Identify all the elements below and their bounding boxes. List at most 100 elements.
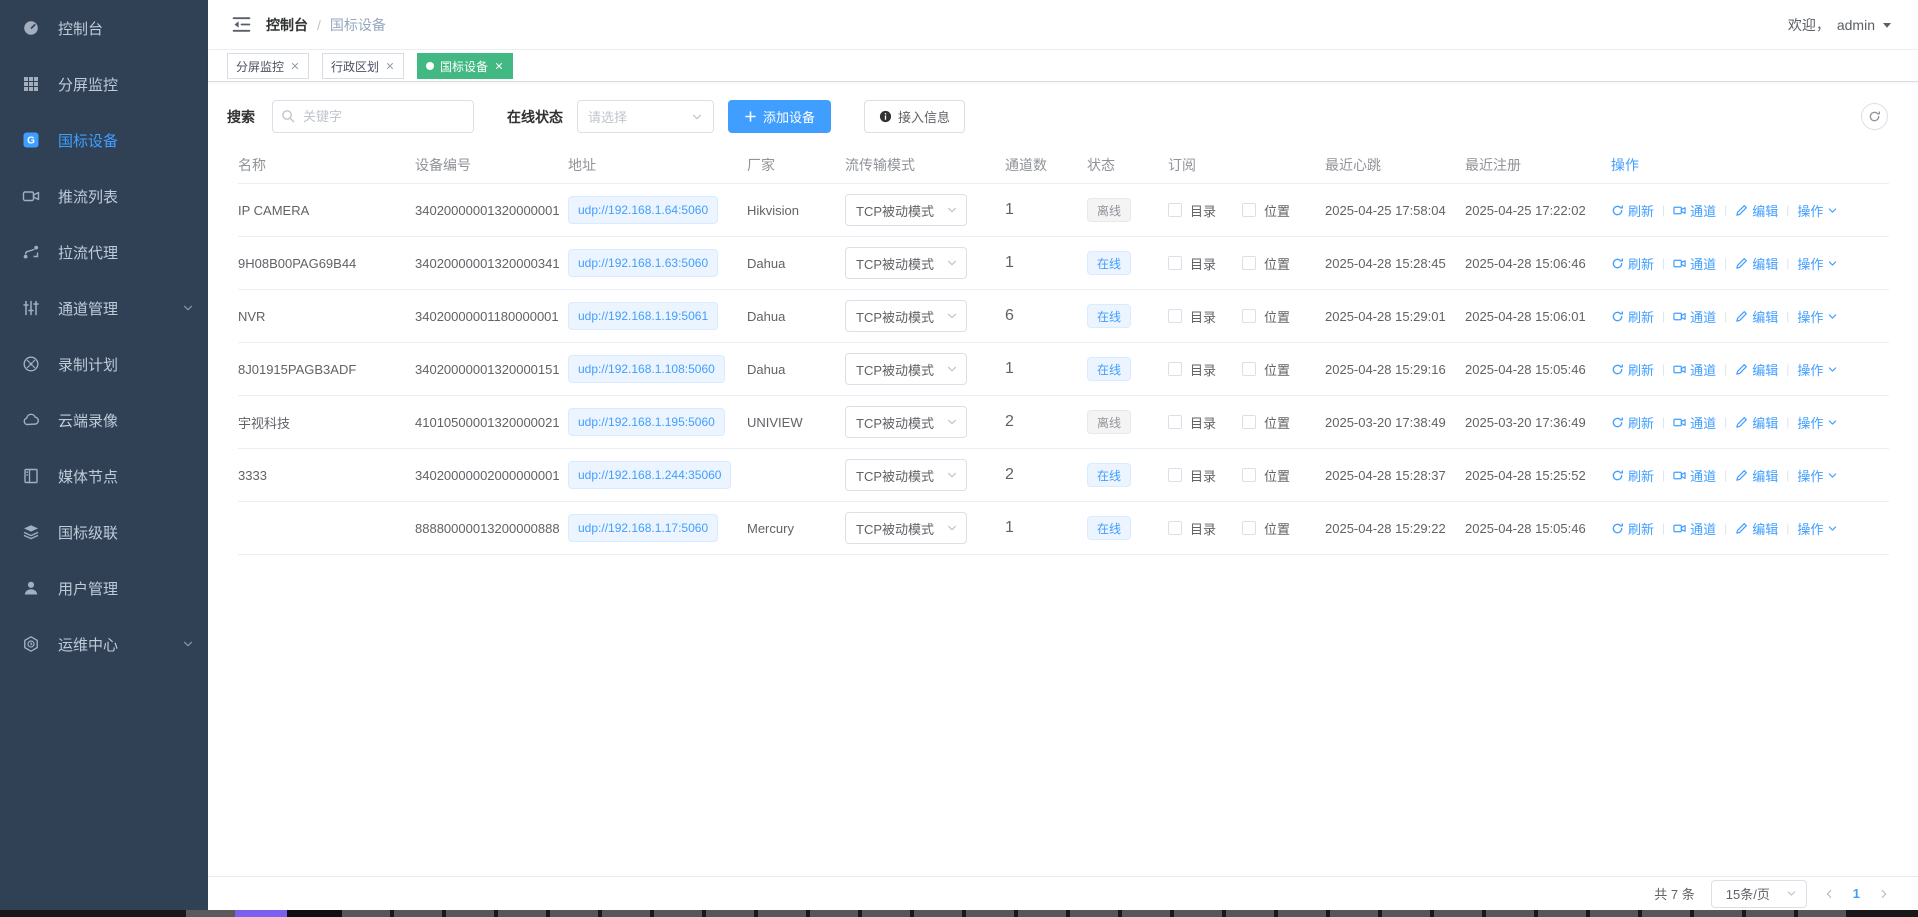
toolbar: 搜索 在线状态 请选择 添加设备 接入信息 [208,100,1918,133]
subscribe-position-checkbox[interactable]: 位置 [1242,201,1290,220]
device-vendor: Hikvision [747,203,799,218]
edit-action[interactable]: 编辑 [1735,254,1778,273]
sidebar-item-cloud-record[interactable]: 云端录像 [0,392,208,448]
sidebar-item-push-list[interactable]: 推流列表 [0,168,208,224]
access-info-button[interactable]: 接入信息 [864,100,965,133]
device-id: 34020000001320000151 [415,362,560,377]
column-header-name: 名称 [238,155,415,175]
edit-action[interactable]: 编辑 [1735,519,1778,538]
refresh-action[interactable]: 刷新 [1611,466,1654,485]
subscribe-position-checkbox[interactable]: 位置 [1242,360,1290,379]
subscribe-cell: 目录 位置 [1168,360,1325,379]
subscribe-catalog-checkbox[interactable]: 目录 [1168,254,1216,273]
last-register: 2025-03-20 17:36:49 [1465,415,1586,430]
refresh-action[interactable]: 刷新 [1611,307,1654,326]
subscribe-position-checkbox[interactable]: 位置 [1242,254,1290,273]
close-icon[interactable] [385,61,395,71]
subscribe-catalog-checkbox[interactable]: 目录 [1168,360,1216,379]
stream-mode-select[interactable]: TCP被动模式 [845,353,967,385]
sidebar-item-user-mgmt[interactable]: 用户管理 [0,560,208,616]
sidebar-item-console[interactable]: 控制台 [0,0,208,56]
more-action[interactable]: 操作 [1797,360,1838,379]
subscribe-catalog-checkbox[interactable]: 目录 [1168,413,1216,432]
subscribe-catalog-checkbox[interactable]: 目录 [1168,307,1216,326]
refresh-action[interactable]: 刷新 [1611,519,1654,538]
table-row: 宇视科技 41010500001320000021 udp://192.168.… [238,396,1889,449]
edit-action[interactable]: 编辑 [1735,307,1778,326]
next-page-icon[interactable] [1878,888,1890,900]
current-page[interactable]: 1 [1853,886,1860,901]
refresh-button[interactable] [1861,103,1888,130]
more-action[interactable]: 操作 [1797,307,1838,326]
subscribe-catalog-checkbox[interactable]: 目录 [1168,201,1216,220]
sidebar-item-pull-proxy[interactable]: 拉流代理 [0,224,208,280]
tab-split-screen[interactable]: 分屏监控 [227,53,309,79]
action-separator [1662,521,1665,535]
edit-action[interactable]: 编辑 [1735,360,1778,379]
stream-mode-select[interactable]: TCP被动模式 [845,459,967,491]
sidebar-item-record-plan[interactable]: 录制计划 [0,336,208,392]
taskbar-segment [1434,910,1482,917]
refresh-action[interactable]: 刷新 [1611,254,1654,273]
channel-action[interactable]: 通道 [1673,307,1716,326]
sidebar-item-gb-devices[interactable]: 国标设备 [0,112,208,168]
device-name: IP CAMERA [238,203,309,218]
subscribe-position-checkbox[interactable]: 位置 [1242,413,1290,432]
edit-action[interactable]: 编辑 [1735,201,1778,220]
subscribe-position-checkbox[interactable]: 位置 [1242,519,1290,538]
more-action[interactable]: 操作 [1797,466,1838,485]
channel-action[interactable]: 通道 [1673,254,1716,273]
sidebar-fold-icon[interactable] [232,16,251,33]
subscribe-catalog-checkbox[interactable]: 目录 [1168,519,1216,538]
column-header-device-id: 设备编号 [415,155,568,175]
search-label: 搜索 [227,107,255,127]
video-icon [1673,416,1686,429]
taskbar-segment [498,910,546,917]
add-device-button[interactable]: 添加设备 [728,100,831,133]
sidebar-item-split-screen[interactable]: 分屏监控 [0,56,208,112]
edit-action[interactable]: 编辑 [1735,466,1778,485]
refresh-action[interactable]: 刷新 [1611,201,1654,220]
tab-gb-devices[interactable]: 国标设备 [417,53,513,79]
main-area: 控制台 / 国标设备 欢迎， admin 分屏监控 行政区划 国标设备 搜 [208,0,1918,910]
refresh-action[interactable]: 刷新 [1611,413,1654,432]
sidebar-item-channel-mgmt[interactable]: 通道管理 [0,280,208,336]
channel-action[interactable]: 通道 [1673,201,1716,220]
edit-action[interactable]: 编辑 [1735,413,1778,432]
device-name: 8J01915PAGB3ADF [238,362,356,377]
action-separator [1662,415,1665,429]
subscribe-catalog-checkbox[interactable]: 目录 [1168,466,1216,485]
stream-mode-select[interactable]: TCP被动模式 [845,194,967,226]
sidebar-item-ops-center[interactable]: 运维中心 [0,616,208,672]
refresh-action[interactable]: 刷新 [1611,360,1654,379]
stream-mode-select[interactable]: TCP被动模式 [845,406,967,438]
breadcrumb-console[interactable]: 控制台 [266,15,308,35]
taskbar-segment [1070,910,1118,917]
sidebar-item-gb-cascade[interactable]: 国标级联 [0,504,208,560]
close-icon[interactable] [494,61,504,71]
user-dropdown[interactable]: 欢迎， admin [1788,15,1892,35]
search-input[interactable] [272,100,474,133]
chevron-down-icon [946,522,958,534]
close-icon[interactable] [290,61,300,71]
tab-admin-region[interactable]: 行政区划 [322,53,404,79]
subscribe-position-checkbox[interactable]: 位置 [1242,307,1290,326]
last-register: 2025-04-28 15:05:46 [1465,362,1586,377]
more-action[interactable]: 操作 [1797,201,1838,220]
channel-action[interactable]: 通道 [1673,519,1716,538]
channel-action[interactable]: 通道 [1673,466,1716,485]
more-action[interactable]: 操作 [1797,519,1838,538]
channel-action[interactable]: 通道 [1673,360,1716,379]
stream-mode-select[interactable]: TCP被动模式 [845,247,967,279]
stream-mode-select[interactable]: TCP被动模式 [845,512,967,544]
online-status-select[interactable]: 请选择 [577,100,714,133]
more-action[interactable]: 操作 [1797,413,1838,432]
more-action[interactable]: 操作 [1797,254,1838,273]
channel-action[interactable]: 通道 [1673,413,1716,432]
prev-page-icon[interactable] [1823,888,1835,900]
page-size-select[interactable]: 15条/页 [1711,880,1807,908]
subscribe-position-checkbox[interactable]: 位置 [1242,466,1290,485]
chevron-down-icon [1827,417,1838,428]
sidebar-item-media-node[interactable]: 媒体节点 [0,448,208,504]
stream-mode-select[interactable]: TCP被动模式 [845,300,967,332]
